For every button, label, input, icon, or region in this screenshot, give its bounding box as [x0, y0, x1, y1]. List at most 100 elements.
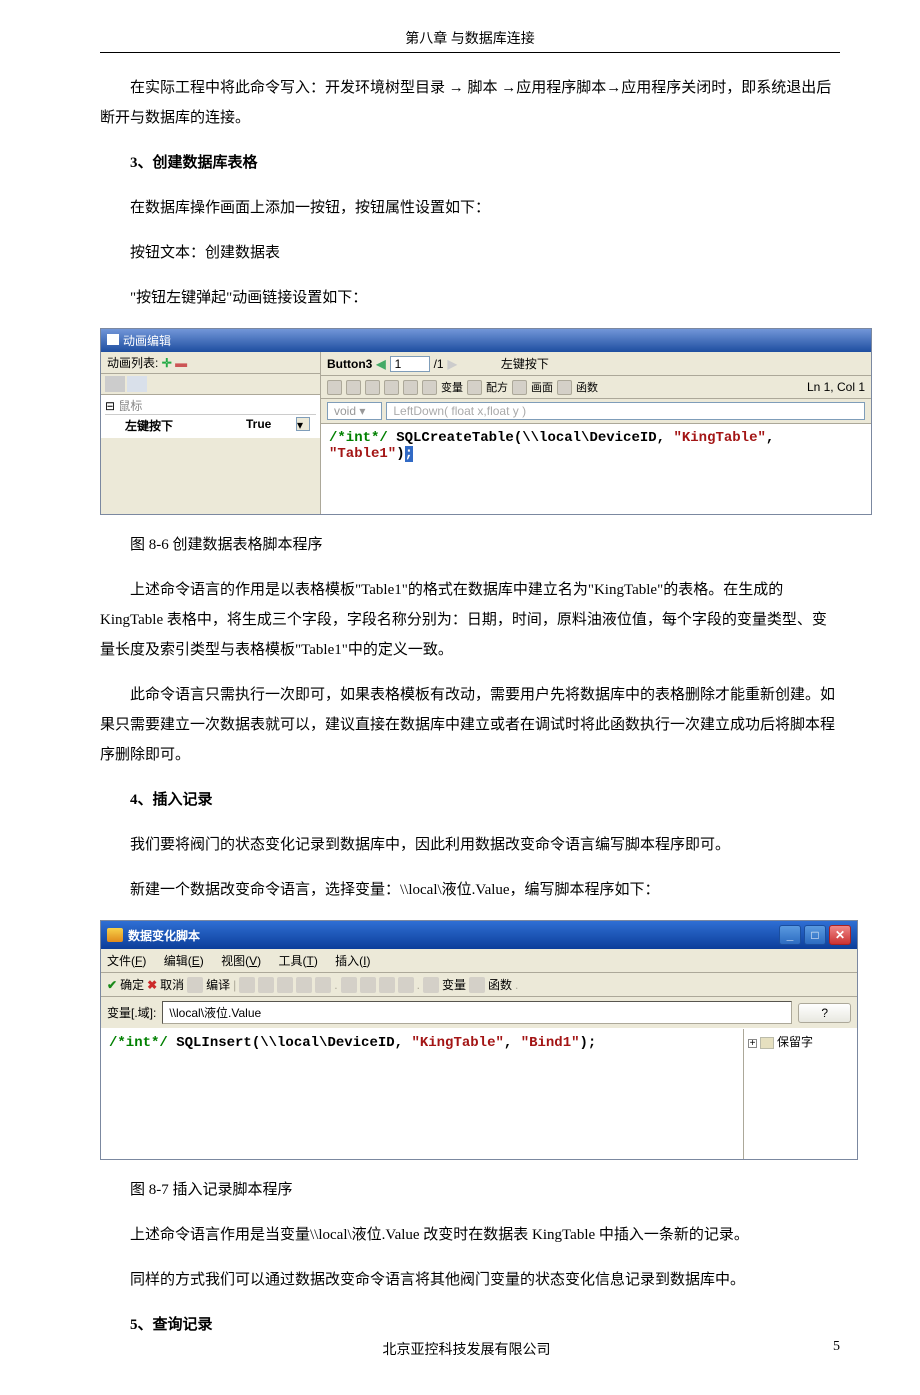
paste-icon[interactable] [403, 380, 418, 395]
categorize-icon[interactable] [105, 376, 125, 392]
folder-icon [760, 1037, 774, 1049]
right-panel: Button3 ◀ 1 /1 ▶ 左键按下 变量 配方 画面 函数 [321, 352, 871, 514]
function-icon[interactable] [557, 380, 572, 395]
screen-label[interactable]: 画面 [531, 379, 553, 395]
animation-editor-screenshot: 动画编辑 动画列表: ✛ ▬ ⊟ 鼠标 左键按下 True ▾ [100, 328, 872, 515]
footer-company: 北京亚控科技发展有限公司 [100, 1339, 833, 1359]
recipe-icon[interactable] [467, 380, 482, 395]
cancel-button[interactable]: 取消 [160, 976, 184, 993]
redo-icon[interactable] [346, 380, 361, 395]
dropdown-icon[interactable]: ▾ [296, 417, 310, 431]
compile-button[interactable]: 编译 [206, 976, 230, 993]
undo-icon[interactable] [327, 380, 342, 395]
window-controls: _ □ ✕ [779, 925, 851, 945]
ok-button[interactable]: 确定 [120, 976, 144, 993]
code-text: SQLInsert(\\local\DeviceID, [168, 1035, 412, 1051]
variable-icon[interactable] [422, 380, 437, 395]
paragraph: 新建一个数据改变命令语言，选择变量：\\local\液位.Value，编写脚本程… [100, 875, 840, 905]
comment-icon[interactable] [379, 977, 395, 993]
copy-icon[interactable] [384, 380, 399, 395]
page-input[interactable]: 1 [390, 356, 430, 372]
function-button[interactable]: 函数 [488, 976, 512, 993]
button-name: Button3 [327, 357, 372, 371]
table-row[interactable]: 左键按下 True ▾ [105, 415, 316, 436]
compile-icon[interactable] [187, 977, 203, 993]
indent-icon[interactable] [341, 977, 357, 993]
add-icon[interactable]: ✛ [162, 356, 172, 370]
heading-5: 5、查询记录 [100, 1310, 840, 1340]
minimize-button[interactable]: _ [779, 925, 801, 945]
return-type-select[interactable]: void ▾ [327, 402, 382, 420]
menu-insert[interactable]: 插入(I) [335, 954, 370, 968]
uncomment-icon[interactable] [398, 977, 414, 993]
sort-az-icon[interactable] [127, 376, 147, 392]
figure-caption: 图 8-6 创建数据表格脚本程序 [100, 530, 840, 560]
function-label[interactable]: 函数 [576, 379, 598, 395]
outdent-icon[interactable] [360, 977, 376, 993]
prev-icon[interactable]: ◀ [376, 357, 385, 371]
app-icon [107, 928, 123, 942]
event-label: 左键按下 [501, 355, 549, 372]
cursor-position: Ln 1, Col 1 [807, 380, 865, 394]
undo-icon[interactable] [239, 977, 255, 993]
code-string: "KingTable" [673, 430, 765, 446]
remove-icon[interactable]: ▬ [175, 356, 187, 370]
page-header: 第八章 与数据库连接 [100, 28, 840, 48]
cut-icon[interactable] [365, 380, 380, 395]
page-total: /1 [434, 357, 444, 371]
code-text: SQLCreateTable(\\local\DeviceID, [388, 430, 674, 446]
function-icon[interactable] [469, 977, 485, 993]
variable-label[interactable]: 变量 [441, 379, 463, 395]
code-editor[interactable]: /*int*/ SQLInsert(\\local\DeviceID, "Kin… [101, 1029, 743, 1159]
prototype-bar: void ▾ LeftDown( float x,float y ) [321, 399, 871, 424]
paragraph: 此命令语言只需执行一次即可，如果表格模板有改动，需要用户先将数据库中的表格删除才… [100, 680, 840, 770]
paragraph: 同样的方式我们可以通过数据改变命令语言将其他阀门变量的状态变化信息记录到数据库中… [100, 1265, 840, 1295]
window-title: 动画编辑 [123, 334, 171, 348]
paragraph: 上述命令语言作用是当变量\\local\液位.Value 改变时在数据表 Kin… [100, 1220, 840, 1250]
toolbar: ✔确定 ✖取消 编译 | . . 变量 函数 . [101, 973, 857, 997]
window-title-bar: 数据变化脚本 _ □ ✕ [101, 921, 857, 949]
variable-icon[interactable] [423, 977, 439, 993]
code-cursor: ; [405, 446, 413, 462]
variable-button[interactable]: 变量 [442, 976, 466, 993]
copy-icon[interactable] [296, 977, 312, 993]
help-button[interactable]: ? [798, 1003, 851, 1023]
tree-group-label: 鼠标 [118, 399, 142, 413]
menu-view[interactable]: 视图(V) [221, 954, 261, 968]
tree-expand-icon[interactable]: + [748, 1039, 757, 1048]
code-editor[interactable]: /*int*/ SQLCreateTable(\\local\DeviceID,… [321, 424, 871, 514]
left-panel: 动画列表: ✛ ▬ ⊟ 鼠标 左键按下 True ▾ [101, 352, 321, 514]
code-string: "Table1" [329, 446, 396, 462]
menu-tool[interactable]: 工具(T) [278, 954, 317, 968]
paste-icon[interactable] [315, 977, 331, 993]
heading-4: 4、插入记录 [100, 785, 840, 815]
next-icon[interactable]: ▶ [448, 357, 457, 371]
tree-group-mouse[interactable]: ⊟ 鼠标 [105, 397, 316, 415]
app-icon [107, 334, 119, 345]
paragraph: 上述命令语言的作用是以表格模板"Table1"的格式在数据库中建立名为"King… [100, 575, 840, 665]
code-comment: /*int*/ [329, 430, 388, 446]
tree-prop-name: 左键按下 [125, 417, 246, 434]
paragraph: 在实际工程中将此命令写入：开发环境树型目录 → 脚本 →应用程序脚本→应用程序关… [100, 73, 840, 133]
menu-edit[interactable]: 编辑(E) [164, 954, 204, 968]
close-button[interactable]: ✕ [829, 925, 851, 945]
variable-label: 变量[.域]: [107, 1004, 156, 1021]
recipe-label[interactable]: 配方 [486, 379, 508, 395]
menu-file[interactable]: 文件(F) [107, 954, 146, 968]
edit-toolbar: 变量 配方 画面 函数 Ln 1, Col 1 [321, 376, 871, 399]
reserved-words-panel: + 保留字 [743, 1029, 857, 1159]
code-text: , [766, 430, 774, 446]
data-change-script-screenshot: 数据变化脚本 _ □ ✕ 文件(F) 编辑(E) 视图(V) 工具(T) 插入(… [100, 920, 858, 1160]
sort-toolbar [101, 374, 320, 395]
header-divider [100, 52, 840, 53]
menu-bar: 文件(F) 编辑(E) 视图(V) 工具(T) 插入(I) [101, 949, 857, 973]
redo-icon[interactable] [258, 977, 274, 993]
variable-input[interactable]: \\local\液位.Value [162, 1001, 792, 1024]
heading-3: 3、创建数据库表格 [100, 148, 840, 178]
prototype-input[interactable]: LeftDown( float x,float y ) [386, 402, 865, 420]
cut-icon[interactable] [277, 977, 293, 993]
reserved-words-label[interactable]: 保留字 [777, 1035, 813, 1049]
screen-icon[interactable] [512, 380, 527, 395]
maximize-button[interactable]: □ [804, 925, 826, 945]
code-string: "KingTable" [411, 1035, 503, 1051]
